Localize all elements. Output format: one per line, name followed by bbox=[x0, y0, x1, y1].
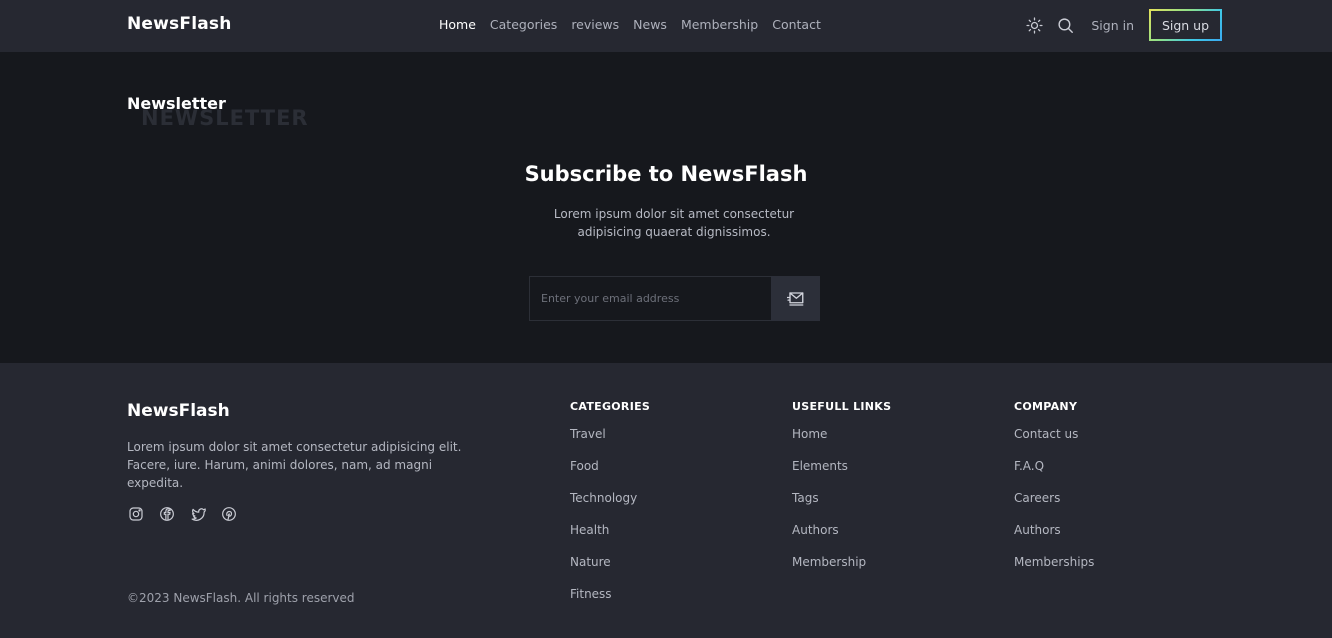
top-navbar: NewsFlash Home Categories reviews News M… bbox=[0, 0, 1332, 52]
header-actions: Sign in Sign up bbox=[1023, 9, 1222, 41]
footer-link-authors[interactable]: Authors bbox=[1014, 523, 1094, 555]
main-nav: Home Categories reviews News Membership … bbox=[439, 17, 821, 32]
nav-membership[interactable]: Membership bbox=[681, 17, 758, 32]
pinterest-icon[interactable] bbox=[220, 505, 238, 523]
footer-link-contact-us[interactable]: Contact us bbox=[1014, 427, 1094, 459]
footer-link-careers[interactable]: Careers bbox=[1014, 491, 1094, 523]
subscribe-button[interactable] bbox=[771, 276, 820, 321]
facebook-icon[interactable] bbox=[158, 505, 176, 523]
social-links bbox=[127, 505, 238, 523]
subscribe-form bbox=[529, 276, 820, 321]
section-title: Newsletter bbox=[127, 94, 226, 113]
footer-link-home[interactable]: Home bbox=[792, 427, 891, 459]
nav-news[interactable]: News bbox=[633, 17, 667, 32]
footer-link-travel[interactable]: Travel bbox=[570, 427, 650, 459]
footer-description: Lorem ipsum dolor sit amet consectetur a… bbox=[127, 440, 462, 490]
footer-link-nature[interactable]: Nature bbox=[570, 555, 650, 587]
site-logo[interactable]: NewsFlash bbox=[127, 14, 232, 34]
nav-categories[interactable]: Categories bbox=[490, 17, 557, 32]
nav-contact[interactable]: Contact bbox=[772, 17, 821, 32]
subscribe-description: Lorem ipsum dolor sit amet consectetur a… bbox=[553, 207, 795, 239]
footer-column-title: USEFULL LINKS bbox=[792, 400, 892, 413]
footer-link-fitness[interactable]: Fitness bbox=[570, 587, 650, 619]
footer-link-health[interactable]: Health bbox=[570, 523, 650, 555]
footer-column-company: COMPANY Contact us F.A.Q Careers Authors… bbox=[1014, 400, 1094, 587]
email-input[interactable] bbox=[529, 276, 771, 321]
instagram-icon[interactable] bbox=[127, 505, 145, 523]
footer-link-membership[interactable]: Membership bbox=[792, 555, 891, 587]
footer-link-elements[interactable]: Elements bbox=[792, 459, 891, 491]
search-icon[interactable] bbox=[1054, 14, 1076, 36]
footer-link-memberships[interactable]: Memberships bbox=[1014, 555, 1094, 587]
footer-link-technology[interactable]: Technology bbox=[570, 491, 650, 523]
footer-logo[interactable]: NewsFlash bbox=[127, 401, 230, 421]
newsletter-section: NEWSLETTER Newsletter Subscribe to NewsF… bbox=[0, 52, 1332, 363]
twitter-icon[interactable] bbox=[189, 505, 207, 523]
signin-link[interactable]: Sign in bbox=[1091, 18, 1134, 33]
footer-column-title: CATEGORIES bbox=[570, 400, 651, 413]
signup-button[interactable]: Sign up bbox=[1149, 9, 1222, 41]
site-footer: NewsFlash Lorem ipsum dolor sit amet con… bbox=[0, 363, 1332, 638]
footer-link-authors[interactable]: Authors bbox=[792, 523, 891, 555]
footer-link-tags[interactable]: Tags bbox=[792, 491, 891, 523]
footer-link-food[interactable]: Food bbox=[570, 459, 650, 491]
subscribe-heading: Subscribe to NewsFlash bbox=[524, 162, 808, 186]
footer-column-useful-links: USEFULL LINKS Home Elements Tags Authors… bbox=[792, 400, 891, 587]
sun-icon[interactable] bbox=[1023, 14, 1045, 36]
footer-column-categories: CATEGORIES Travel Food Technology Health… bbox=[570, 400, 650, 619]
copyright-text: ©2023 NewsFlash. All rights reserved bbox=[127, 591, 355, 605]
nav-reviews[interactable]: reviews bbox=[571, 17, 619, 32]
nav-home[interactable]: Home bbox=[439, 17, 476, 32]
footer-column-title: COMPANY bbox=[1014, 400, 1078, 413]
footer-link-faq[interactable]: F.A.Q bbox=[1014, 459, 1094, 491]
mail-send-icon bbox=[786, 291, 803, 306]
signup-label: Sign up bbox=[1161, 17, 1210, 33]
